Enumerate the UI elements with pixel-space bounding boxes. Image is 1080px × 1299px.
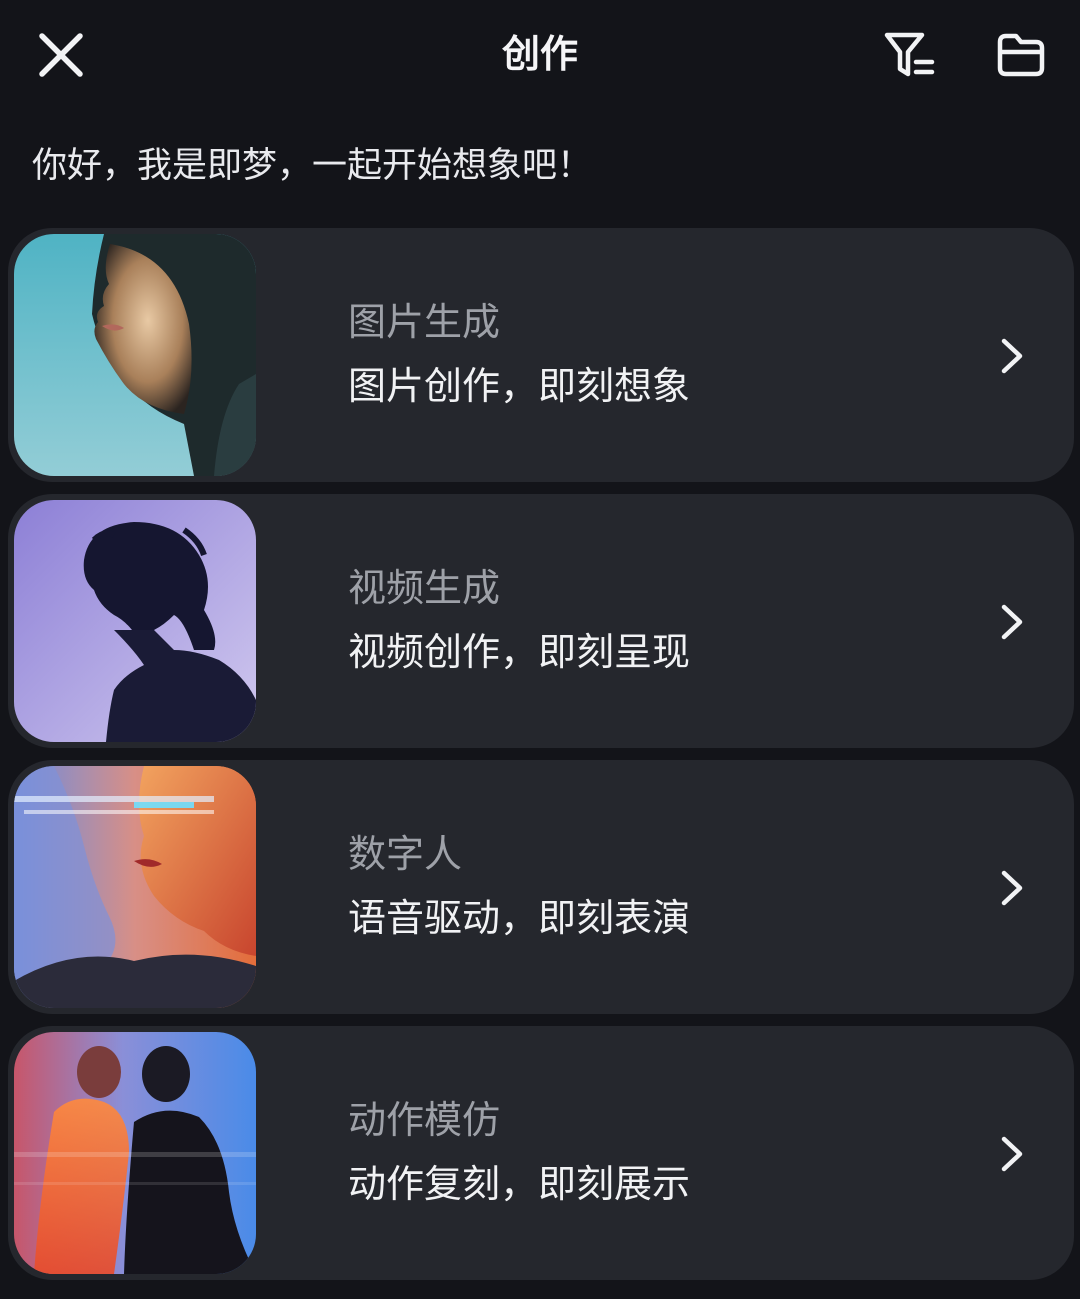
- feature-card-video-generation[interactable]: 视频生成 视频创作，即刻呈现: [8, 494, 1074, 748]
- feature-card-motion-imitation[interactable]: 动作模仿 动作复刻，即刻展示: [8, 1026, 1074, 1280]
- folder-icon: [997, 33, 1045, 77]
- filter-icon: [884, 32, 935, 77]
- filter-button[interactable]: [874, 20, 948, 90]
- card-subtitle: 视频创作，即刻呈现: [348, 630, 691, 674]
- folder-button[interactable]: [984, 20, 1058, 90]
- card-title: 视频生成: [348, 566, 501, 610]
- feature-card-image-generation[interactable]: 图片生成 图片创作，即刻想象: [8, 228, 1074, 482]
- thumbnail-motion-blur: [14, 1032, 256, 1274]
- card-subtitle: 动作复刻，即刻展示: [348, 1162, 691, 1206]
- card-title: 数字人: [348, 832, 463, 876]
- thumbnail-portrait-profile: [14, 234, 256, 476]
- card-title: 图片生成: [348, 300, 501, 344]
- chevron-right-icon: [984, 592, 1040, 652]
- chevron-right-icon: [984, 858, 1040, 918]
- chevron-right-icon: [984, 1124, 1040, 1184]
- top-bar: 创作: [0, 0, 1080, 110]
- card-subtitle: 语音驱动，即刻表演: [348, 896, 691, 940]
- card-title: 动作模仿: [348, 1098, 501, 1142]
- thumbnail-silhouette: [14, 500, 256, 742]
- card-subtitle: 图片创作，即刻想象: [348, 364, 691, 408]
- chevron-right-icon: [984, 326, 1040, 386]
- greeting-text: 你好，我是即梦，一起开始想象吧！: [32, 146, 593, 186]
- thumbnail-double-exposure: [14, 766, 256, 1008]
- feature-card-digital-human[interactable]: 数字人 语音驱动，即刻表演: [8, 760, 1074, 1014]
